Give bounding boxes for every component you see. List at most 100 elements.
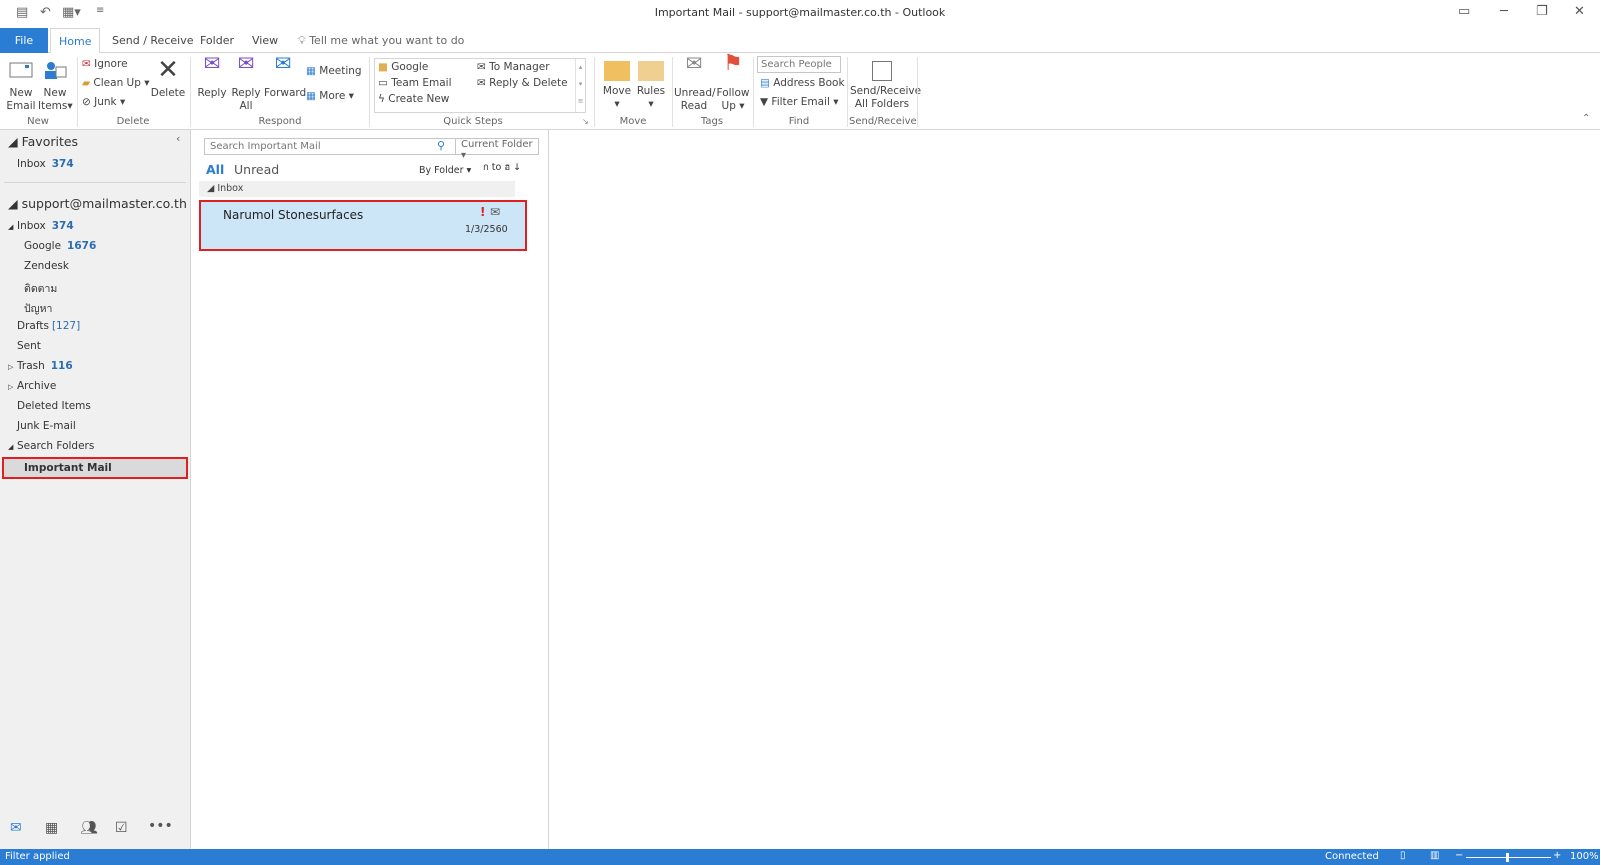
quick-step-to-manager[interactable]: ✉ To Manager xyxy=(477,61,550,73)
ribbon-display-icon[interactable]: ▭ xyxy=(1458,4,1470,19)
folder-name: Search Folders xyxy=(17,440,95,452)
more-respond-button[interactable]: ▦ More ▾ xyxy=(306,90,354,102)
quick-step-team-email[interactable]: ▭ Team Email xyxy=(378,77,452,89)
delete-button[interactable]: ✕ Delete xyxy=(150,57,186,100)
search-mail-input[interactable] xyxy=(205,139,450,154)
folder-item[interactable]: ติดตาม xyxy=(24,280,57,297)
folder-name: Zendesk xyxy=(24,260,69,272)
mail-nav-icon[interactable]: ✉ xyxy=(10,820,22,836)
quick-step-create-new[interactable]: ϟ Create New xyxy=(378,93,449,105)
gallery-scroll[interactable]: ▴ ▾ ≡ xyxy=(575,59,585,112)
label: Inbox xyxy=(17,158,46,170)
reading-view-icon[interactable]: ▥ xyxy=(1430,850,1439,861)
quick-step-google[interactable]: ■ Google xyxy=(378,61,428,73)
label: Create New xyxy=(388,93,450,105)
folder-item[interactable]: Deleted Items xyxy=(8,400,91,412)
normal-view-icon[interactable]: ▯ xyxy=(1400,850,1406,861)
calendar-nav-icon[interactable]: ▦ xyxy=(45,820,58,836)
unread-read-button[interactable]: ✉︎ Unread/ Read xyxy=(674,51,716,113)
folder-item[interactable]: Zendesk xyxy=(24,260,69,272)
label: Address Book xyxy=(773,77,845,89)
search-people-input[interactable] xyxy=(757,56,841,73)
reply-button[interactable]: ✉︎ Reply xyxy=(196,53,228,100)
close-icon[interactable]: ✕ xyxy=(1574,4,1585,19)
message-list-pane: ⚲ Current Folder ▾ All Unread By Folder … xyxy=(191,130,549,849)
ignore-button[interactable]: ✉ Ignore xyxy=(82,58,128,70)
folder-item[interactable]: ▷ Trash 116 xyxy=(8,360,73,372)
folder-item[interactable]: Drafts [127] xyxy=(8,320,80,332)
people-nav-icon[interactable]: 👥︎ xyxy=(80,820,98,836)
collapse-pane-icon[interactable]: ‹ xyxy=(176,132,180,145)
folder-item[interactable]: Google 1676 xyxy=(24,240,96,252)
folder-item[interactable]: Sent xyxy=(8,340,41,352)
favorites-header[interactable]: ◢ Favorites xyxy=(8,134,78,149)
message-item[interactable]: Narumol Stonesurfaces ! ✉ 1/3/2560 xyxy=(199,200,527,251)
zoom-slider-thumb[interactable] xyxy=(1506,853,1509,862)
more-nav-icon[interactable]: ••• xyxy=(148,818,173,834)
zoom-out-icon[interactable]: − xyxy=(1455,850,1463,861)
label: Unread/ Read xyxy=(674,87,716,112)
clean-up-icon: ▰ xyxy=(82,77,94,89)
label: Filter Email xyxy=(771,96,830,108)
open-envelope-icon: ✉︎ xyxy=(685,51,703,75)
address-book-button[interactable]: ▤ Address Book xyxy=(760,77,845,89)
search-box: ⚲ Current Folder ▾ xyxy=(204,138,539,161)
expander-icon[interactable]: ▷ xyxy=(8,363,17,371)
expander-icon[interactable]: ◢ xyxy=(8,443,17,451)
follow-up-button[interactable]: ⚑ Follow Up ▾ xyxy=(716,51,750,113)
unread-count: 374 xyxy=(51,158,74,170)
send-receive-all-button[interactable]: Send/Receive All Folders xyxy=(850,57,921,111)
junk-button[interactable]: ⊘ Junk ▾ xyxy=(82,96,125,108)
tab-file[interactable]: File xyxy=(0,28,48,53)
tab-send-receive[interactable]: Send / Receive xyxy=(104,28,201,53)
meeting-button[interactable]: ▦ Meeting xyxy=(306,65,362,77)
label: Junk xyxy=(94,96,117,108)
arrange-by-dropdown[interactable]: By Folder ▾ xyxy=(419,165,471,176)
filter-unread[interactable]: Unread xyxy=(234,162,279,177)
minimize-icon[interactable]: ─ xyxy=(1500,4,1508,19)
clean-up-button[interactable]: ▰ Clean Up ▾ xyxy=(82,77,150,89)
filter-email-button[interactable]: ▼ Filter Email ▾ xyxy=(760,96,839,108)
search-scope-dropdown[interactable]: Current Folder ▾ xyxy=(455,139,539,161)
collapse-ribbon-icon[interactable]: ⌃ xyxy=(1582,113,1590,124)
expander-icon[interactable]: ▷ xyxy=(8,383,17,391)
flag-icon: ⚑ xyxy=(723,51,743,76)
tell-me-text: Tell me what you want to do xyxy=(309,34,465,47)
restore-icon[interactable]: ❐ xyxy=(1536,4,1548,19)
tab-folder[interactable]: Folder xyxy=(192,28,242,53)
folder-item[interactable]: Junk E-mail xyxy=(8,420,76,432)
group-header-inbox[interactable]: ◢ Inbox xyxy=(199,181,515,197)
quick-step-reply-delete[interactable]: ✉ Reply & Delete xyxy=(477,77,568,89)
new-items-button[interactable]: New Items▾ xyxy=(38,57,73,113)
account-header[interactable]: ◢ support@mailmaster.co.th xyxy=(8,196,187,211)
label: Current Folder xyxy=(461,139,533,150)
folder-item[interactable]: Important Mail xyxy=(2,457,188,479)
folder-item[interactable]: ปัญหา xyxy=(24,300,52,317)
folder-name: Junk E-mail xyxy=(17,420,76,432)
search-icon[interactable]: ⚲ xyxy=(437,139,445,152)
tab-home[interactable]: Home xyxy=(50,28,101,54)
zoom-level[interactable]: 100% xyxy=(1570,851,1599,862)
move-folder-icon xyxy=(604,61,630,81)
expander-icon[interactable]: ◢ xyxy=(8,223,17,231)
folder-item[interactable]: ▷ Archive xyxy=(8,380,56,392)
tell-me-box[interactable]: 💡︎ Tell me what you want to do xyxy=(290,28,472,53)
zoom-in-icon[interactable]: + xyxy=(1553,850,1561,861)
label: Follow Up xyxy=(716,87,750,112)
folder-item[interactable]: ◢ Inbox 374 xyxy=(8,220,74,232)
status-bar: Filter applied Connected ▯ ▥ − + 100% xyxy=(0,849,1600,865)
new-email-button[interactable]: New Email xyxy=(4,57,38,113)
label: Inbox xyxy=(217,183,244,194)
tab-view[interactable]: View xyxy=(244,28,286,53)
ignore-icon: ✉ xyxy=(82,58,95,70)
rules-button[interactable]: Rules ▾ xyxy=(634,57,668,111)
sort-order-button[interactable]: ก to ฮ ↓ xyxy=(483,160,521,175)
folder-item[interactable]: ◢ Search Folders xyxy=(8,440,94,452)
reply-all-button[interactable]: ✉︎ Reply All xyxy=(230,53,262,113)
favorite-inbox[interactable]: Inbox 374 xyxy=(17,158,74,170)
filter-all[interactable]: All xyxy=(206,162,224,177)
dialog-launcher-icon[interactable]: ↘ xyxy=(582,117,589,126)
tasks-nav-icon[interactable]: ☑ xyxy=(115,820,128,836)
forward-button[interactable]: ✉︎ Forward xyxy=(264,53,306,100)
move-button[interactable]: Move ▾ xyxy=(600,57,634,111)
